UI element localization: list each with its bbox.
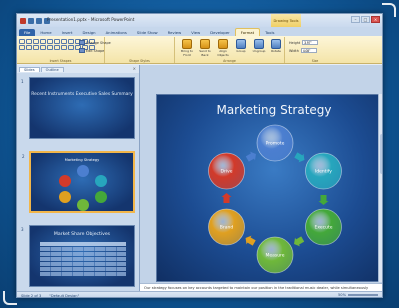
edit-shape-button[interactable]: Edit Shape [79,48,104,53]
thumbnail-table [40,242,126,277]
ungroup-button[interactable]: Ungroup [251,39,267,54]
ribbon-tabs: File Home Insert Design Animations Slide… [17,27,382,36]
tab-file[interactable]: File [19,29,36,36]
undo-icon[interactable] [36,17,42,24]
slide-indicator: Slide 2 of 3 [21,293,42,298]
zoom-control[interactable]: 50% [338,293,378,297]
width-input[interactable] [300,48,317,53]
maximize-button[interactable]: □ [361,16,370,23]
cycle-node-label: Brand [220,225,234,231]
cycle-arrow [294,152,305,163]
ribbon: Change Shape Edit Shape Insert Shapes Sh… [17,36,382,64]
cycle-node-label: Identify [315,169,332,175]
group-size: Height Width Size [285,37,345,63]
rotate-button[interactable]: Rotate [268,39,284,54]
zoom-slider[interactable] [348,294,378,296]
width-label: Width [289,48,299,53]
cycle-arrow [221,193,232,203]
group-label-size: Size [311,59,319,63]
context-tab-drawing-tools: Drawing Tools [271,14,301,27]
powerpoint-window: Presentation1.pptx - Microsoft PowerPoin… [16,13,383,298]
zoom-level: 50% [338,293,346,297]
tab-animations[interactable]: Animations [101,29,132,36]
slide-thumbnail-1[interactable]: 1 Recent Instruments Executive Sales Sum… [21,77,135,139]
rotate-icon [271,39,281,49]
tab-developer[interactable]: Developer [205,29,235,36]
slide-number: 3 [21,227,24,232]
tab-slides[interactable]: Slides [19,66,40,72]
tab-design[interactable]: Design [77,29,100,36]
cycle-node-label: Drive [221,169,233,175]
frame-corner-bottom-left [3,291,17,305]
ungroup-icon [254,39,264,49]
tab-outline[interactable]: Outline [40,66,64,72]
tab-format[interactable]: Format [234,28,261,36]
tab-view[interactable]: View [186,29,205,36]
cycle-arrow [245,235,256,246]
thumbnail-title: Market Share Objectives [53,232,111,237]
tab-slide-show[interactable]: Slide Show [132,29,163,36]
window-title: Presentation1.pptx - Microsoft PowerPoin… [47,17,135,22]
height-control: Height [289,40,319,45]
group-icon [236,39,246,49]
slides-pane: Slides Outline × 1 Recent Instruments Ex… [17,65,140,291]
status-bar: Slide 2 of 3 "Default Design" 50% [17,291,382,298]
close-pane-icon[interactable]: × [133,66,136,71]
group-arrange: Bring to Front Send to Back Align Object… [175,37,285,63]
cycle-arrow [318,195,329,205]
cycle-arrow [294,236,305,247]
tab-home[interactable]: Home [35,29,56,36]
height-input[interactable] [302,40,319,45]
cycle-node-label: Promote [266,141,285,147]
frame-corner-top-right [382,3,396,17]
minimize-button[interactable]: – [351,16,360,23]
current-slide[interactable]: Marketing Strategy Promote Identify Execut… [156,94,383,283]
quick-access-toolbar [20,17,50,24]
cycle-arrow [245,151,256,162]
send-to-back-icon [200,39,210,49]
group-label-insert-shapes: Insert Shapes [49,59,72,63]
thumbnail-title: Recent Instruments Executive Sales Summa… [31,92,133,97]
tab-review[interactable]: Review [163,29,187,36]
bring-to-front-icon [182,39,192,49]
group-insert-shapes: Change Shape Edit Shape Insert Shapes [17,37,111,63]
slide-number: 2 [22,154,25,159]
group-label-arrange: Arrange [223,59,236,63]
scrollbar-thumb[interactable] [380,134,382,174]
slide-thumbnail-2[interactable]: 2 Marketing Strategy [22,151,135,213]
group-button[interactable]: Group [233,39,249,54]
bring-to-front-button[interactable]: Bring to Front [179,39,195,57]
office-logo-icon[interactable] [20,17,26,24]
close-button[interactable]: × [371,16,380,23]
slide-thumbnail-3[interactable]: 3 Market Share Objectives [21,225,135,287]
theme-name: "Default Design" [49,293,80,298]
change-shape-icon [79,40,85,45]
cycle-node-label: Measure [265,253,284,259]
cycle-diagram[interactable]: Promote Identify Execute Measure Brand Drive [157,95,383,283]
window-controls: – □ × [351,16,380,23]
height-label: Height [289,40,301,45]
group-shape-styles: Shape Styles [105,37,175,63]
send-to-back-button[interactable]: Send to Back [197,39,213,57]
title-bar: Presentation1.pptx - Microsoft PowerPoin… [17,14,382,27]
group-label-shape-styles: Shape Styles [129,59,150,63]
align-icon [218,39,228,49]
vertical-scrollbar[interactable] [378,94,382,282]
thumbnail-cycle-diagram [59,165,107,211]
width-control: Width [289,48,317,53]
tab-tools[interactable]: Tools [260,29,279,36]
slide-editor: Marketing Strategy Promote Identify Execut… [140,65,383,283]
slides-pane-tabs: Slides Outline [17,65,139,73]
tab-insert[interactable]: Insert [57,29,78,36]
save-icon[interactable] [28,17,34,24]
slide-number: 1 [21,79,24,84]
cycle-node-label: Execute [314,225,332,231]
edit-shape-icon [79,48,85,53]
align-objects-button[interactable]: Align Objects [215,39,231,57]
